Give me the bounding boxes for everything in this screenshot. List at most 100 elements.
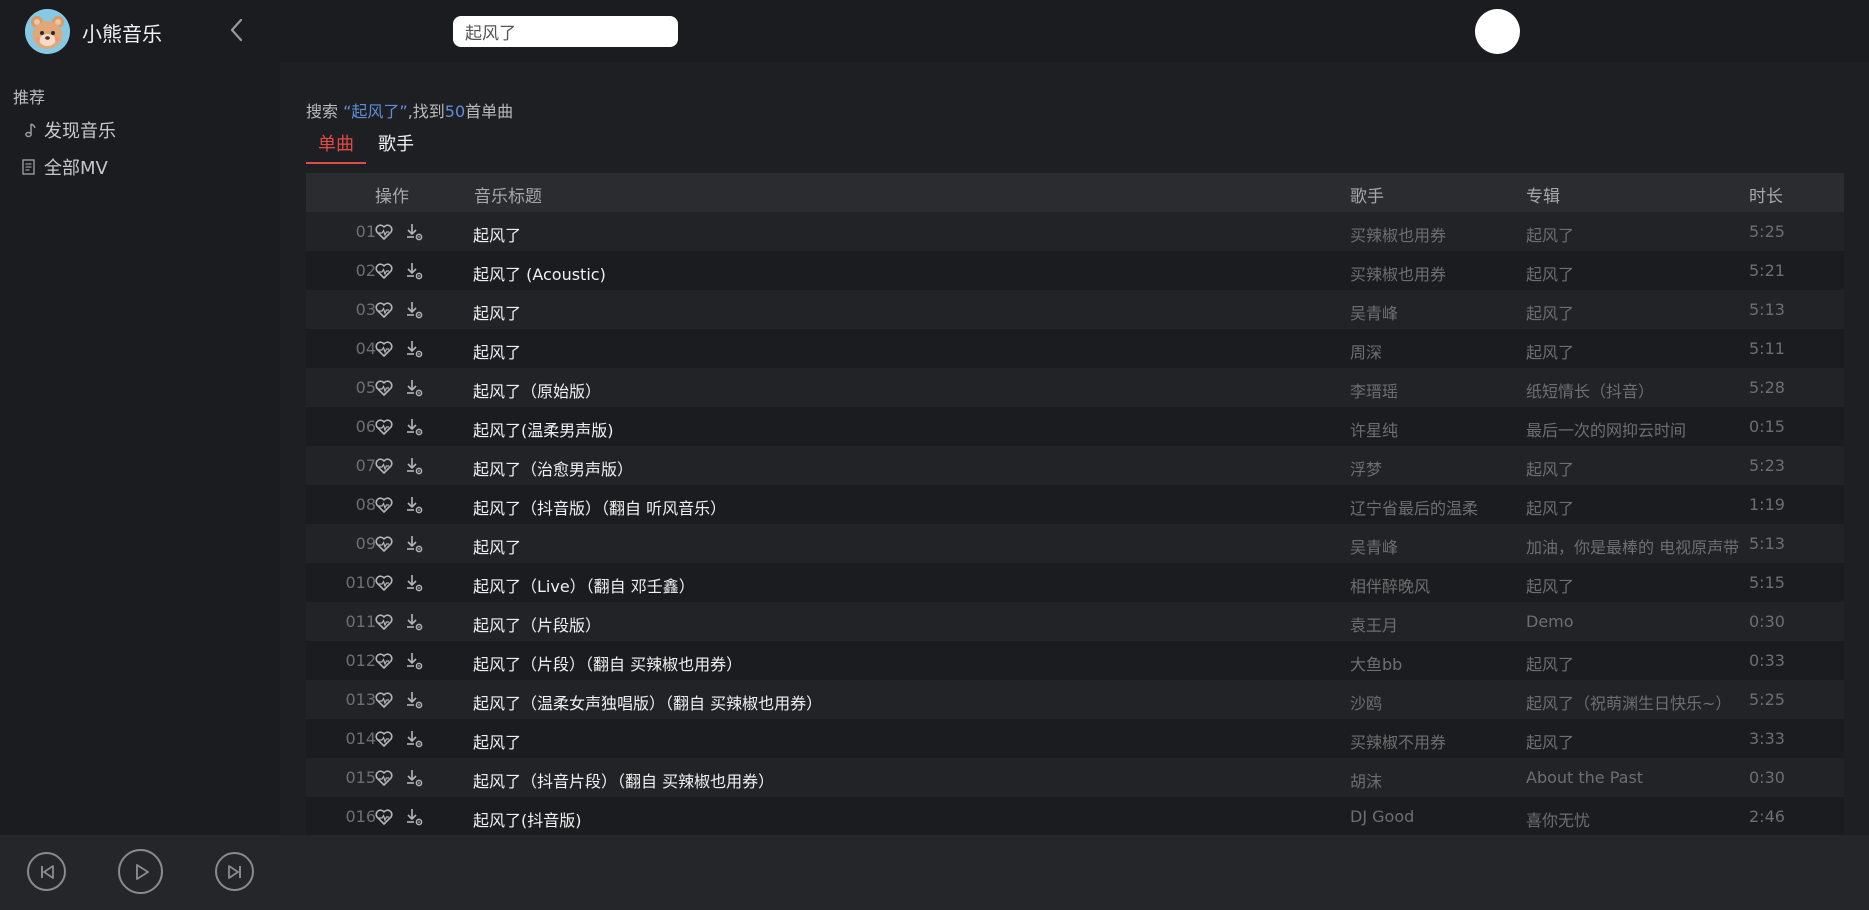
download-icon[interactable]	[403, 767, 425, 789]
like-heart-icon[interactable]	[373, 260, 395, 282]
song-artist[interactable]: 李瑨瑶	[1350, 378, 1520, 402]
song-artist[interactable]: 买辣椒也用券	[1350, 261, 1520, 285]
song-artist[interactable]: 大鱼bb	[1350, 651, 1520, 675]
download-icon[interactable]	[403, 494, 425, 516]
sidebar-item-all-mv[interactable]: 全部MV	[20, 152, 108, 182]
table-row[interactable]: 014 起风了 买辣椒不用券 起风了 3:33	[306, 719, 1844, 758]
song-title[interactable]: 起风了（抖音片段）（翻自 买辣椒也用券）	[473, 768, 1333, 792]
song-title[interactable]: 起风了（治愈男声版）	[473, 456, 1333, 480]
like-heart-icon[interactable]	[373, 650, 395, 672]
song-album[interactable]: About the Past	[1526, 768, 1746, 787]
download-icon[interactable]	[403, 572, 425, 594]
table-row[interactable]: 08 起风了（抖音版）（翻自 听风音乐） 辽宁省最后的温柔 起风了 1:19	[306, 485, 1844, 524]
like-heart-icon[interactable]	[373, 494, 395, 516]
table-row[interactable]: 01 起风了 买辣椒也用券 起风了 5:25	[306, 212, 1844, 251]
table-row[interactable]: 06 起风了(温柔男声版) 许星纯 最后一次的网抑云时间 0:15	[306, 407, 1844, 446]
play-button[interactable]	[118, 849, 163, 894]
table-row[interactable]: 07 起风了（治愈男声版） 浮梦 起风了 5:23	[306, 446, 1844, 485]
download-icon[interactable]	[403, 728, 425, 750]
table-row[interactable]: 013 起风了（温柔女声独唱版）（翻自 买辣椒也用券） 沙鸥 起风了（祝萌渊生日快乐~…	[306, 680, 1844, 719]
song-title[interactable]: 起风了（片段）（翻自 买辣椒也用券）	[473, 651, 1333, 675]
table-row[interactable]: 012 起风了（片段）（翻自 买辣椒也用券） 大鱼bb 起风了 0:33	[306, 641, 1844, 680]
download-icon[interactable]	[403, 416, 425, 438]
table-row[interactable]: 04 起风了 周深 起风了 5:11	[306, 329, 1844, 368]
song-title[interactable]: 起风了	[473, 729, 1333, 753]
like-heart-icon[interactable]	[373, 806, 395, 828]
song-artist[interactable]: 辽宁省最后的温柔	[1350, 495, 1520, 519]
table-row[interactable]: 05 起风了（原始版） 李瑨瑶 纸短情长（抖音） 5:28	[306, 368, 1844, 407]
song-artist[interactable]: 沙鸥	[1350, 690, 1520, 714]
download-icon[interactable]	[403, 260, 425, 282]
like-heart-icon[interactable]	[373, 299, 395, 321]
download-icon[interactable]	[403, 377, 425, 399]
download-icon[interactable]	[403, 689, 425, 711]
song-artist[interactable]: 买辣椒不用券	[1350, 729, 1520, 753]
like-heart-icon[interactable]	[373, 455, 395, 477]
song-title[interactable]: 起风了 (Acoustic)	[473, 261, 1333, 285]
song-album[interactable]: 最后一次的网抑云时间	[1526, 417, 1746, 441]
like-heart-icon[interactable]	[373, 221, 395, 243]
song-title[interactable]: 起风了(温柔男声版)	[473, 417, 1333, 441]
table-row[interactable]: 016 起风了(抖音版) DJ Good 喜你无忧 2:46	[306, 797, 1844, 835]
like-heart-icon[interactable]	[373, 377, 395, 399]
download-icon[interactable]	[403, 455, 425, 477]
song-title[interactable]: 起风了（原始版）	[473, 378, 1333, 402]
download-icon[interactable]	[403, 806, 425, 828]
song-title[interactable]: 起风了	[473, 300, 1333, 324]
song-artist[interactable]: DJ Good	[1350, 807, 1520, 826]
song-album[interactable]: 喜你无忧	[1526, 807, 1746, 831]
like-heart-icon[interactable]	[373, 767, 395, 789]
song-artist[interactable]: 吴青峰	[1350, 534, 1520, 558]
song-album[interactable]: 起风了	[1526, 261, 1746, 285]
song-album[interactable]: 起风了	[1526, 495, 1746, 519]
like-heart-icon[interactable]	[373, 572, 395, 594]
like-heart-icon[interactable]	[373, 416, 395, 438]
song-album[interactable]: 加油，你是最棒的 电视原声带	[1526, 534, 1746, 558]
user-avatar[interactable]	[1475, 9, 1520, 54]
song-title[interactable]: 起风了（温柔女声独唱版）（翻自 买辣椒也用券）	[473, 690, 1333, 714]
song-artist[interactable]: 吴青峰	[1350, 300, 1520, 324]
song-album[interactable]: 起风了（祝萌渊生日快乐~）	[1526, 690, 1746, 714]
song-title[interactable]: 起风了（片段版）	[473, 612, 1333, 636]
download-icon[interactable]	[403, 338, 425, 360]
previous-button[interactable]	[27, 852, 66, 891]
download-icon[interactable]	[403, 650, 425, 672]
song-album[interactable]: 起风了	[1526, 729, 1746, 753]
table-row[interactable]: 02 起风了 (Acoustic) 买辣椒也用券 起风了 5:21	[306, 251, 1844, 290]
song-artist[interactable]: 买辣椒也用券	[1350, 222, 1520, 246]
download-icon[interactable]	[403, 533, 425, 555]
like-heart-icon[interactable]	[373, 611, 395, 633]
song-artist[interactable]: 许星纯	[1350, 417, 1520, 441]
song-artist[interactable]: 胡沫	[1350, 768, 1520, 792]
table-row[interactable]: 015 起风了（抖音片段）（翻自 买辣椒也用券） 胡沫 About the Past 0…	[306, 758, 1844, 797]
sidebar-item-discover-music[interactable]: 发现音乐	[20, 115, 116, 145]
table-row[interactable]: 09 起风了 吴青峰 加油，你是最棒的 电视原声带 5:13	[306, 524, 1844, 563]
song-title[interactable]: 起风了	[473, 339, 1333, 363]
song-title[interactable]: 起风了(抖音版)	[473, 807, 1333, 831]
song-artist[interactable]: 浮梦	[1350, 456, 1520, 480]
song-album[interactable]: 纸短情长（抖音）	[1526, 378, 1746, 402]
song-album[interactable]: 起风了	[1526, 300, 1746, 324]
like-heart-icon[interactable]	[373, 533, 395, 555]
table-row[interactable]: 03 起风了 吴青峰 起风了 5:13	[306, 290, 1844, 329]
like-heart-icon[interactable]	[373, 338, 395, 360]
like-heart-icon[interactable]	[373, 689, 395, 711]
back-arrow-icon[interactable]	[226, 16, 248, 44]
song-title[interactable]: 起风了（Live）（翻自 邓壬鑫）	[473, 573, 1333, 597]
song-artist[interactable]: 周深	[1350, 339, 1520, 363]
song-artist[interactable]: 袁王月	[1350, 612, 1520, 636]
song-album[interactable]: 起风了	[1526, 222, 1746, 246]
song-title[interactable]: 起风了（抖音版）（翻自 听风音乐）	[473, 495, 1333, 519]
song-album[interactable]: 起风了	[1526, 456, 1746, 480]
tab-singers[interactable]: 歌手	[378, 130, 414, 162]
tab-songs[interactable]: 单曲	[306, 130, 366, 164]
table-row[interactable]: 011 起风了（片段版） 袁王月 Demo 0:30	[306, 602, 1844, 641]
download-icon[interactable]	[403, 299, 425, 321]
song-title[interactable]: 起风了	[473, 222, 1333, 246]
song-album[interactable]: 起风了	[1526, 651, 1746, 675]
search-input[interactable]	[453, 16, 678, 47]
like-heart-icon[interactable]	[373, 728, 395, 750]
song-artist[interactable]: 相伴醉晚风	[1350, 573, 1520, 597]
next-button[interactable]	[215, 852, 254, 891]
song-album[interactable]: Demo	[1526, 612, 1746, 631]
